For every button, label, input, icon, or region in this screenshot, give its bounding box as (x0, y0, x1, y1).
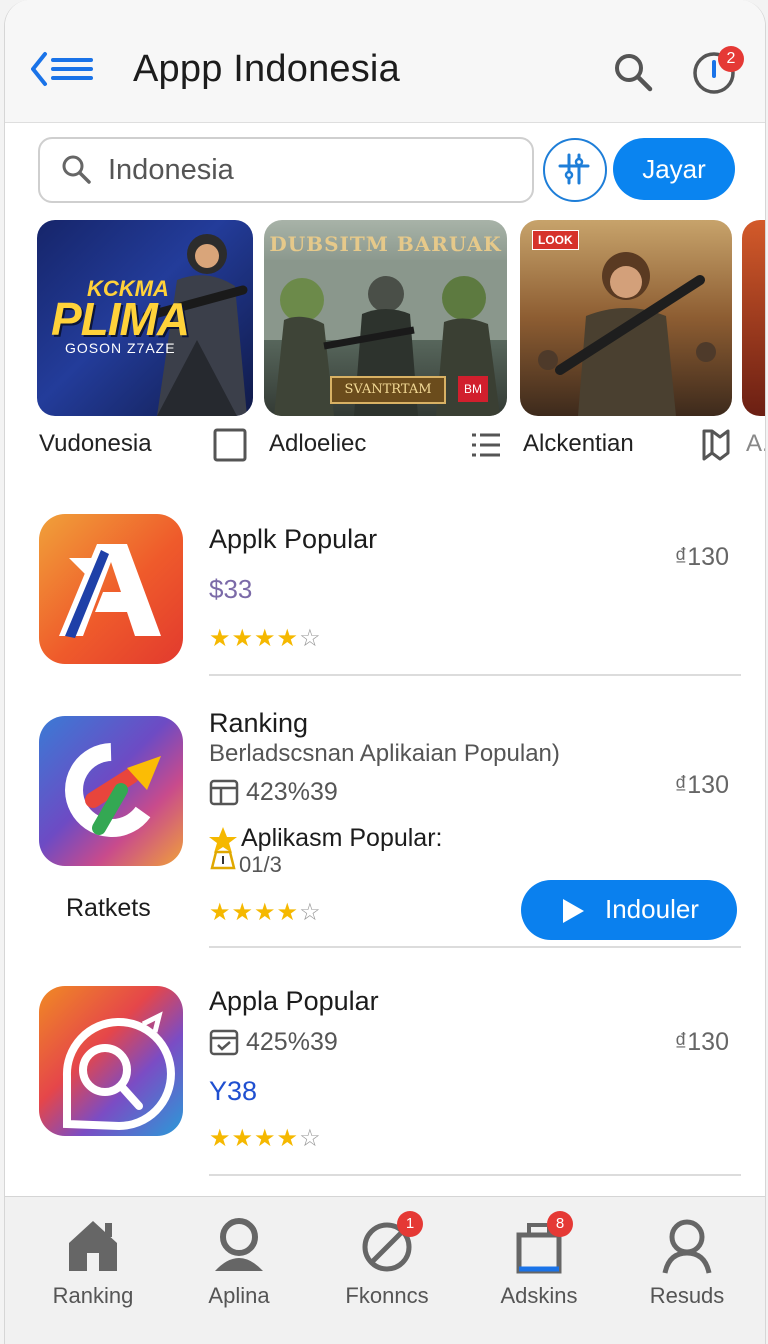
app-price-alt: Y38 (209, 1076, 258, 1106)
back-menu-icon[interactable] (31, 50, 95, 88)
tab-label: Adskins (500, 1283, 578, 1308)
row-divider (209, 946, 741, 948)
home-icon (69, 1221, 117, 1271)
tab-label: Fkonncs (345, 1283, 429, 1308)
app-downloads: 425%39 (246, 1028, 338, 1056)
tab-label: Resuds (649, 1283, 725, 1308)
list-icon[interactable] (468, 427, 504, 463)
app-header: Appp Indonesia 2 (5, 0, 765, 123)
tab-adskins[interactable]: Adskins 8 (479, 1211, 599, 1325)
letter-a-logo-icon (59, 544, 161, 638)
user-icon (662, 1219, 712, 1274)
play-icon (563, 899, 584, 923)
filter-button[interactable] (543, 138, 607, 202)
map-pin-logo-icon (65, 743, 161, 837)
app-icon-2[interactable] (39, 716, 183, 866)
trophy-icon (209, 827, 237, 870)
camera-logo-icon (62, 1011, 175, 1131)
tab-fkonncs[interactable]: Fkonncs 1 (327, 1211, 447, 1325)
category-4[interactable]: A. (746, 430, 765, 458)
star-rating: ★★★★☆ (209, 625, 322, 652)
featured-banner-4[interactable] (742, 220, 765, 416)
banner-caption: GOSON Z7AZE (65, 340, 176, 356)
tab-label: Aplina (208, 1283, 270, 1308)
banner-heading: DUBSITM BARUAK (269, 232, 502, 256)
app-side-label: Ratkets (66, 894, 151, 922)
banner-plaque: SVANTRTAM (330, 376, 446, 404)
featured-banner-3[interactable]: LOOK (520, 220, 732, 416)
featured-banner-2[interactable]: DUBSITM BARUAK SVANTRTAM BM (264, 220, 507, 416)
search-icon[interactable] (611, 50, 655, 94)
app-icon-3[interactable] (39, 986, 183, 1136)
category-3[interactable]: Alckentian (523, 430, 634, 458)
app-downloads: 423%39 (246, 778, 338, 806)
category-1[interactable]: Vudonesia (39, 430, 152, 458)
tab-badge: 8 (547, 1211, 573, 1237)
install-button-label: Indouler (605, 894, 699, 924)
promo-value: 01/3 (239, 852, 282, 877)
banner-badge: BM (458, 376, 488, 402)
filter-icon (558, 153, 590, 185)
tab-label: Ranking (52, 1283, 134, 1308)
tab-ranking[interactable]: Ranking (33, 1215, 153, 1325)
app-icon-1[interactable] (39, 514, 183, 664)
row-divider (209, 1174, 741, 1176)
search-icon (62, 155, 91, 184)
install-button[interactable]: Indouler (521, 880, 737, 940)
app-title[interactable]: Ranking (209, 708, 308, 739)
app-screen: Appp Indonesia 2 Jayar (4, 0, 766, 1344)
calendar-icon (209, 779, 239, 806)
calendar-icon (209, 1029, 239, 1056)
promo-title: Aplikasm Popular: (241, 824, 443, 852)
app-price-alt: $33 (209, 574, 253, 604)
star-rating: ★★★★☆ (209, 1125, 322, 1152)
app-price: ₫130 (674, 771, 729, 799)
banner-tag: LOOK (532, 230, 579, 250)
app-price: ₫130 (674, 543, 729, 571)
person-icon (215, 1218, 263, 1271)
tab-resuds[interactable]: Resuds (627, 1215, 747, 1325)
app-title[interactable]: Appla Popular (209, 986, 379, 1017)
search-field[interactable] (38, 137, 534, 203)
page-title: Appp Indonesia (133, 48, 400, 90)
app-subtitle: Berladscsnan Aplikaian Populan) (209, 740, 560, 767)
primary-action-button[interactable]: Jayar (613, 138, 735, 200)
notification-badge: 2 (718, 46, 744, 72)
search-input[interactable] (106, 149, 510, 191)
star-rating: ★★★★☆ (209, 899, 322, 926)
bottom-tab-bar: Ranking Aplina Fkonncs 1 Adskins 8 Resud… (5, 1196, 765, 1344)
tab-aplina[interactable]: Aplina (179, 1215, 299, 1325)
row-divider (209, 674, 741, 676)
map-icon[interactable] (698, 427, 734, 463)
tab-badge: 1 (397, 1211, 423, 1237)
category-2[interactable]: Adloeliec (269, 430, 366, 458)
app-title[interactable]: Applk Popular (209, 524, 377, 555)
banner-heading: PLIMA (51, 293, 190, 345)
square-icon[interactable] (212, 427, 248, 463)
app-price: ₫130 (674, 1028, 729, 1056)
featured-banner-1[interactable]: KCKMA PLIMA GOSON Z7AZE (37, 220, 253, 416)
